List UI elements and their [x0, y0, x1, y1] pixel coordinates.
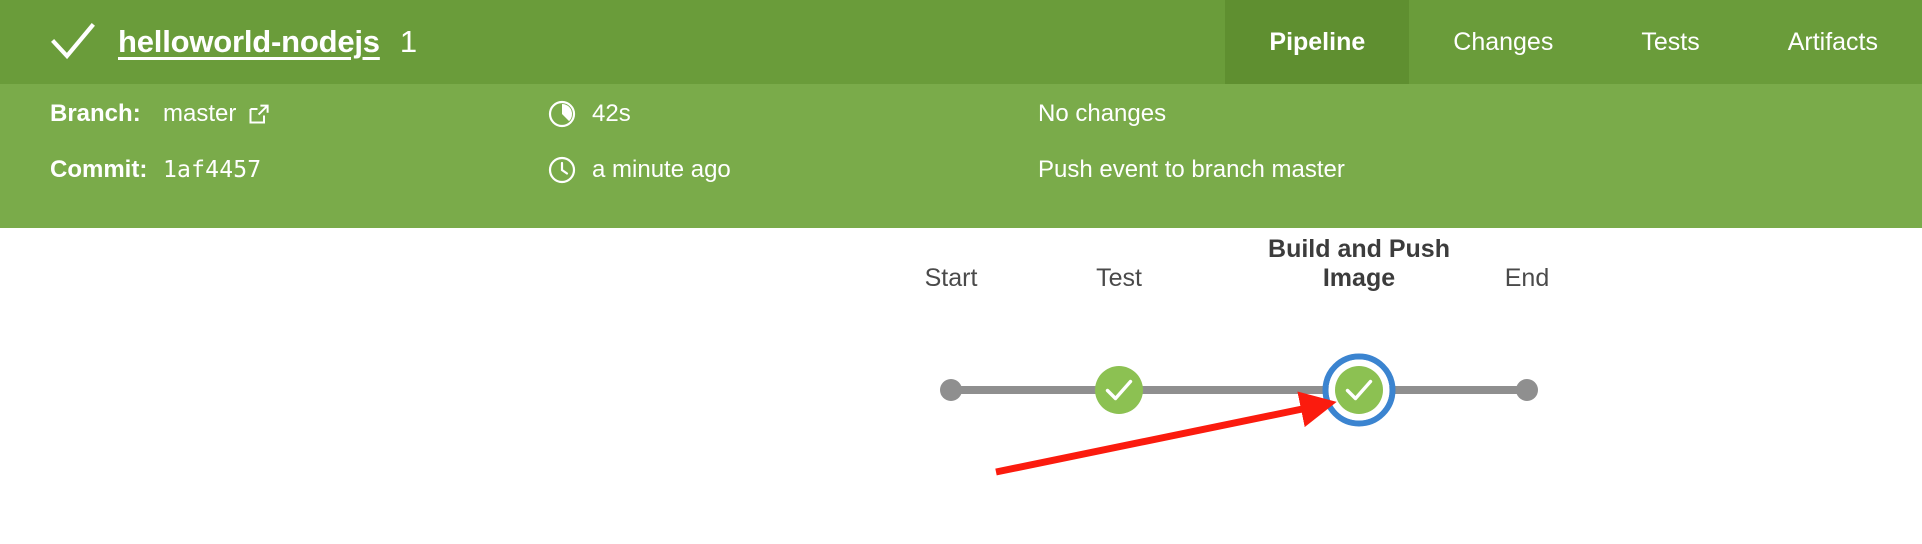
external-link-icon[interactable] — [248, 103, 270, 125]
tab-changes[interactable]: Changes — [1409, 0, 1597, 84]
meta-commit-row: Commit: 1af4457 — [50, 147, 261, 193]
test-node-label: Test — [1096, 264, 1142, 292]
run-tabs: Pipeline Changes Tests Artifacts — [1225, 0, 1922, 84]
build-node-label-line1: Build and Push — [1268, 235, 1450, 263]
end-node-label: End — [1505, 264, 1549, 292]
time-value: a minute ago — [592, 156, 731, 183]
meta-time-row: a minute ago — [548, 147, 731, 193]
test-node-circle[interactable] — [1095, 366, 1143, 414]
meta-column-source: Branch: master Commit: 1af4457 — [50, 84, 550, 228]
start-node-label: Start — [925, 264, 978, 292]
run-cause: Push event to branch master — [1038, 156, 1345, 183]
pipeline-node-end[interactable]: End — [1505, 264, 1549, 401]
tab-artifacts-label: Artifacts — [1787, 27, 1878, 56]
meta-column-timing: 42s a minute ago — [548, 84, 1008, 228]
tab-artifacts[interactable]: Artifacts — [1744, 0, 1922, 84]
changes-summary: No changes — [1038, 100, 1167, 127]
tab-pipeline-label: Pipeline — [1269, 27, 1366, 56]
meta-cause-row: Push event to branch master — [1038, 147, 1345, 193]
start-node-dot[interactable] — [940, 379, 962, 401]
run-meta-bar: Branch: master Commit: 1af4457 42s a min… — [0, 84, 1922, 228]
commit-label: Commit: — [50, 156, 148, 183]
pipeline-node-start[interactable]: Start — [925, 264, 978, 401]
blue-ocean-run-view: helloworld-nodejs 1 Pipeline Changes Tes… — [0, 0, 1922, 544]
run-header-bar: helloworld-nodejs 1 Pipeline Changes Tes… — [0, 0, 1922, 84]
meta-changes-row: No changes — [1038, 91, 1166, 137]
annotation-arrow-line — [995, 391, 1337, 476]
duration-value: 42s — [592, 100, 631, 127]
clock-icon — [548, 156, 576, 184]
tab-pipeline[interactable]: Pipeline — [1225, 0, 1410, 84]
pipeline-graph: Start Test Build and Push Image End — [0, 228, 1922, 544]
annotation-arrow — [995, 391, 1337, 476]
tab-changes-label: Changes — [1453, 27, 1554, 56]
job-name-link[interactable]: helloworld-nodejs — [118, 24, 380, 60]
end-node-dot[interactable] — [1516, 379, 1538, 401]
meta-column-description: No changes Push event to branch master — [1038, 84, 1838, 228]
tab-tests[interactable]: Tests — [1597, 0, 1743, 84]
pipeline-graph-svg: Start Test Build and Push Image End — [925, 235, 1549, 476]
pipeline-node-build-and-push-image[interactable]: Build and Push Image — [1268, 235, 1450, 427]
meta-duration-row: 42s — [548, 91, 631, 137]
branch-value: master — [163, 100, 237, 127]
branch-label: Branch: — [50, 100, 141, 127]
duration-pie-icon — [548, 100, 576, 128]
check-icon — [51, 23, 95, 60]
tab-tests-label: Tests — [1641, 27, 1700, 56]
pipeline-node-test[interactable]: Test — [1095, 264, 1143, 414]
run-number: 1 — [399, 24, 418, 59]
build-node-label-line2: Image — [1323, 264, 1395, 292]
build-node-circle[interactable] — [1335, 366, 1383, 414]
run-header-identity: helloworld-nodejs 1 — [0, 0, 417, 84]
header-spacer — [417, 0, 1225, 84]
commit-value: 1af4457 — [163, 157, 262, 183]
meta-branch-row: Branch: master — [50, 91, 270, 137]
